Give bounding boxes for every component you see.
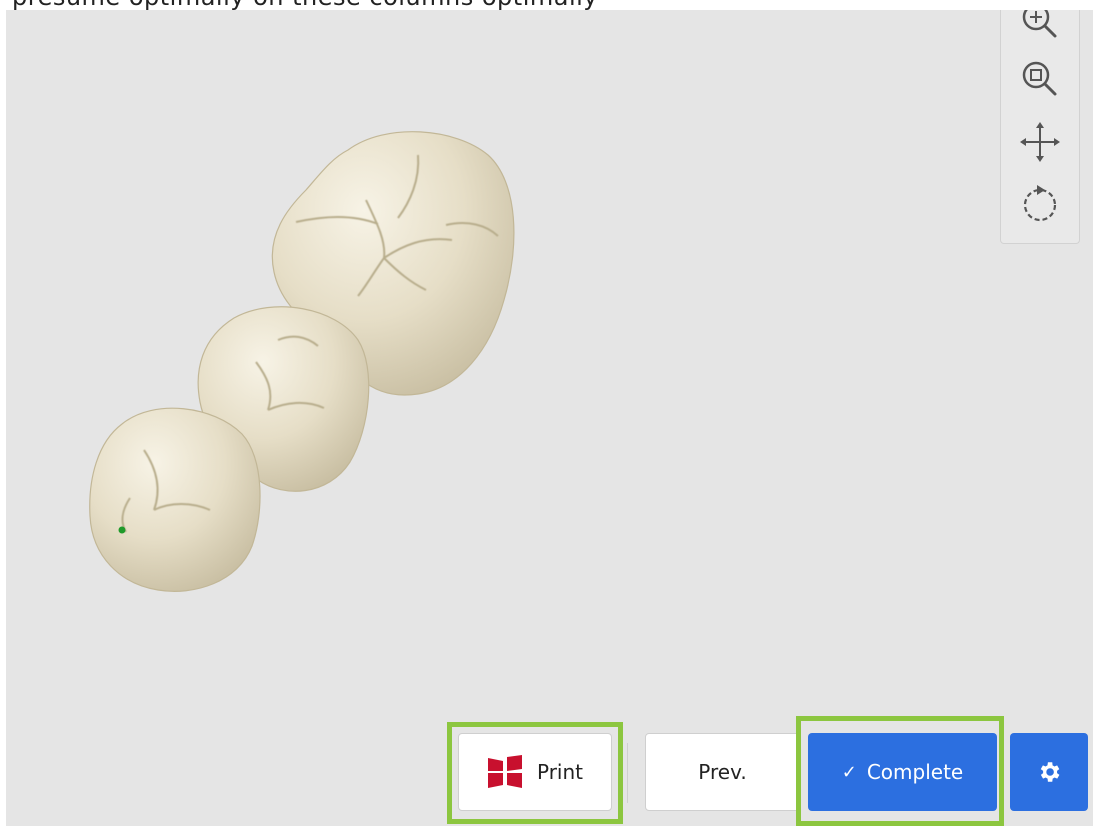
settings-button[interactable] — [1010, 733, 1088, 811]
button-divider — [627, 743, 628, 803]
gear-icon — [1040, 762, 1060, 782]
view-toolbar — [1000, 10, 1080, 244]
print-button-label: Print — [536, 760, 583, 784]
complete-button[interactable]: ✓ Complete — [808, 733, 997, 811]
prev-button-label: Prev. — [698, 760, 747, 784]
pan-icon — [1020, 122, 1060, 162]
complete-button-label: Complete — [866, 760, 964, 784]
print-logo-icon — [487, 755, 522, 788]
zoom-region-icon — [1022, 61, 1057, 96]
rotate-tool[interactable] — [1015, 178, 1065, 228]
3d-viewport[interactable]: Print Prev. ✓ Complete — [6, 10, 1093, 826]
checkmark-icon: ✓ — [841, 761, 857, 783]
zoom-fit-tool[interactable] — [1015, 10, 1065, 46]
top-instruction-text-strip: presume optimally on these columns optim… — [0, 0, 1093, 10]
zoom-region-tool[interactable] — [1015, 54, 1065, 104]
rotate-icon — [1023, 185, 1057, 222]
print-button[interactable]: Print — [458, 733, 612, 811]
top-instruction-text: presume optimally on these columns optim… — [12, 0, 598, 10]
pan-tool[interactable] — [1015, 117, 1065, 167]
prev-button[interactable]: Prev. — [645, 733, 800, 811]
zoom-fit-icon — [1022, 10, 1057, 38]
marker-point — [118, 526, 126, 534]
dental-bridge-model[interactable] — [6, 10, 1093, 826]
